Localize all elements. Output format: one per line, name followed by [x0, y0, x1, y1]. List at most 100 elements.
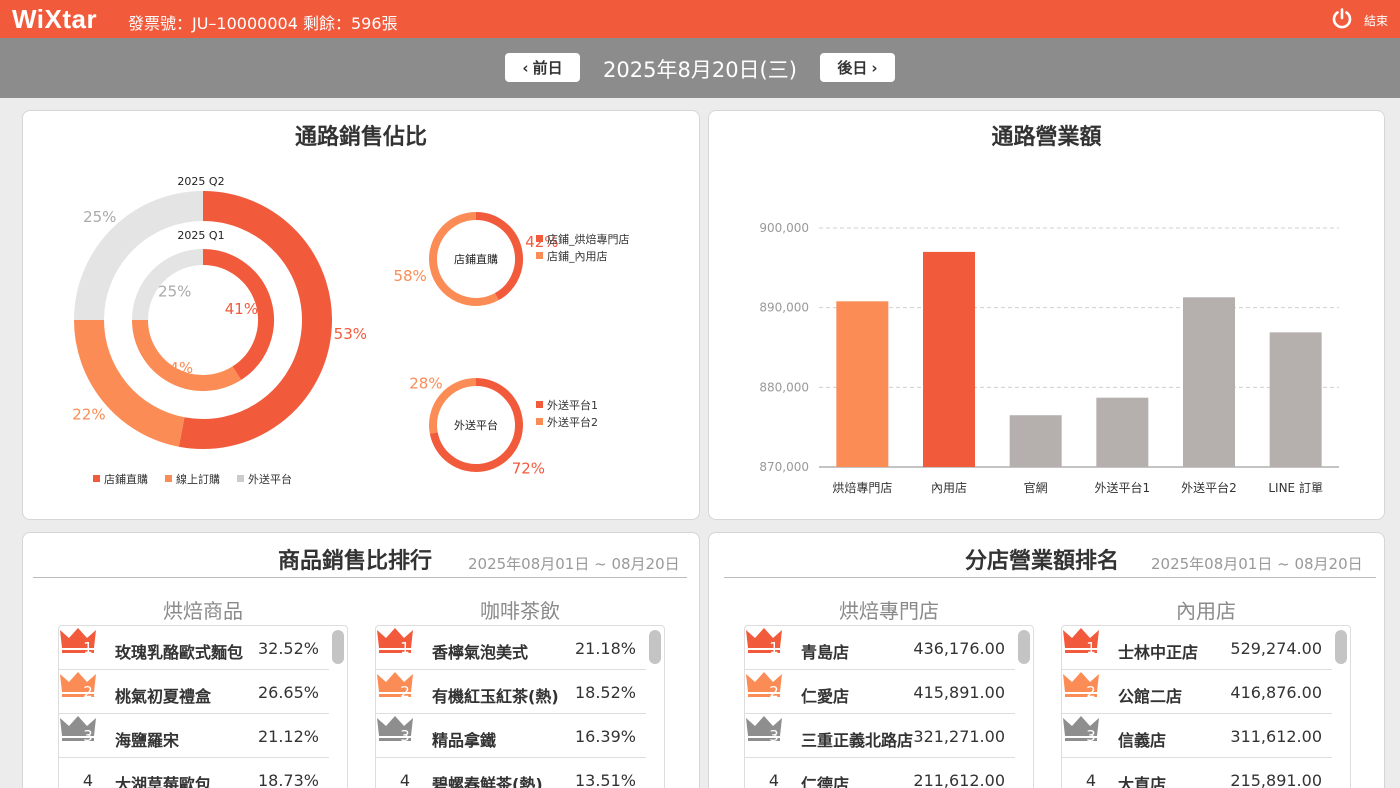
channel-revenue-chart: 870,000 880,000 890,000 900,000 烘焙專門店 內用店 官網 外送…: [759, 221, 1339, 495]
rank-number: 1: [769, 639, 779, 657]
ring-name-q2: 2025 Q2: [177, 175, 224, 188]
item-name: 仁愛店: [801, 687, 850, 706]
bar: [1183, 297, 1235, 467]
rank-number: 1: [1086, 639, 1096, 657]
ranking-row[interactable]: 4 大直店 215,891.00: [1062, 758, 1332, 788]
rank-number: 2: [1086, 683, 1096, 701]
bar: [836, 301, 889, 467]
item-name: 玫瑰乳酪歐式麵包: [115, 643, 244, 662]
item-value: 529,274.00: [1230, 639, 1322, 658]
product-ranking-title: 商品銷售比排行: [278, 549, 433, 574]
rank-number: 3: [1086, 727, 1096, 745]
sub-donut-1-label: 58%: [393, 267, 426, 285]
item-name: 大直店: [1118, 775, 1167, 788]
date-bar: ‹ 前日 2025年8月20日(三) 後日 ›: [0, 38, 1400, 98]
ring-name-q1: 2025 Q1: [177, 229, 224, 242]
app-logo: WiXtar: [12, 4, 98, 34]
item-name: 士林中正店: [1118, 643, 1199, 662]
rank-number: 3: [769, 727, 779, 745]
rank-number: 4: [399, 771, 411, 788]
store-ranking-title: 分店營業額排名: [965, 549, 1120, 574]
item-value: 215,891.00: [1230, 771, 1322, 788]
q1-ring-label: 41%: [225, 300, 258, 318]
q2-ring-label: 22%: [72, 405, 105, 423]
q1-ring-label: 34%: [160, 359, 193, 377]
prev-day-label: 前日: [532, 59, 563, 77]
legend-swatch: [536, 252, 543, 259]
sub-donut-2-label: 72%: [512, 459, 545, 477]
item-value: 16.39%: [574, 727, 636, 746]
ranking-list[interactable]: 1 玫瑰乳酪歐式麵包 32.52% 2 桃氣初夏禮盒 26.65% 3 海鹽羅宋 21.12% 4…: [58, 625, 348, 788]
next-day-button[interactable]: 後日 ›: [820, 53, 895, 82]
y-tick-label: 870,000: [759, 460, 809, 474]
ranking-row[interactable]: 2 仁愛店 415,891.00: [745, 670, 1015, 714]
rank-number: 2: [769, 683, 779, 701]
ranking-row[interactable]: 1 香檸氣泡美式 21.18%: [376, 626, 646, 670]
power-icon[interactable]: [1330, 7, 1354, 31]
item-name: 香檸氣泡美式: [432, 643, 529, 662]
item-value: 21.12%: [257, 727, 319, 746]
legend-label: 外送平台: [248, 472, 292, 486]
item-name: 有機紅玉紅茶(熱): [432, 687, 559, 706]
x-tick-label: 官網: [1024, 480, 1048, 495]
divider: [33, 577, 687, 578]
bar: [1009, 415, 1062, 467]
ranking-list[interactable]: 1 青島店 436,176.00 2 仁愛店 415,891.00 3 三重正義北路店 321,…: [744, 625, 1034, 788]
ranking-row[interactable]: 1 青島店 436,176.00: [745, 626, 1015, 670]
legend-swatch: [93, 475, 100, 482]
ranking-row[interactable]: 3 海鹽羅宋 21.12%: [59, 714, 329, 758]
ranking-column-title: 烘焙專門店: [839, 599, 939, 623]
rank-number: 2: [400, 683, 410, 701]
rank-number: 3: [400, 727, 410, 745]
item-name: 大湖草莓歐包: [115, 775, 212, 788]
x-tick-label: 內用店: [931, 481, 967, 495]
ranking-row[interactable]: 3 信義店 311,612.00: [1062, 714, 1332, 758]
invoice-status: 發票號：JU–10000004 剩餘：596張: [128, 14, 398, 33]
ranking-row[interactable]: 3 精品拿鐵 16.39%: [376, 714, 646, 758]
legend-label: 線上訂購: [176, 472, 220, 486]
item-name: 信義店: [1118, 731, 1167, 750]
scrollbar-thumb[interactable]: [1335, 630, 1347, 664]
prev-day-button[interactable]: ‹ 前日: [505, 53, 580, 82]
ranking-list[interactable]: 1 香檸氣泡美式 21.18% 2 有機紅玉紅茶(熱) 18.52% 3 精品拿鐵 16.39%…: [375, 625, 665, 788]
item-value: 321,271.00: [913, 727, 1005, 746]
bar: [1269, 332, 1322, 467]
rank-number: 1: [400, 639, 410, 657]
ranking-row[interactable]: 2 有機紅玉紅茶(熱) 18.52%: [376, 670, 646, 714]
current-date: 2025年8月20日(三): [603, 58, 797, 82]
q1-ring-label: 25%: [158, 283, 191, 301]
rank-number: 3: [83, 727, 93, 745]
channel-revenue-card: 通路營業額 870,000 880,000 890,000 900,000 烘焙專門店內…: [708, 110, 1385, 520]
ranking-list[interactable]: 1 士林中正店 529,274.00 2 公館二店 416,876.00 3 信義店 311,6…: [1061, 625, 1351, 788]
sub-donut-2-label: 28%: [409, 375, 442, 393]
ranking-row[interactable]: 2 公館二店 416,876.00: [1062, 670, 1332, 714]
legend-swatch: [536, 235, 543, 242]
y-tick-label: 890,000: [759, 301, 809, 315]
legend-label: 店鋪_烘焙專門店: [547, 232, 630, 246]
product-ranking-range: 2025年08月01日 ~ 08月20日: [468, 555, 680, 573]
rank-number: 4: [1085, 771, 1097, 788]
ranking-row[interactable]: 1 士林中正店 529,274.00: [1062, 626, 1332, 670]
ranking-row[interactable]: 2 桃氣初夏禮盒 26.65%: [59, 670, 329, 714]
scrollbar-thumb[interactable]: [332, 630, 344, 664]
x-tick-label: 外送平台2: [1181, 480, 1237, 495]
scrollbar-thumb[interactable]: [1018, 630, 1030, 664]
ranking-row[interactable]: 1 玫瑰乳酪歐式麵包 32.52%: [59, 626, 329, 670]
item-value: 32.52%: [257, 639, 319, 658]
ranking-row[interactable]: 4 仁德店 211,612.00: [745, 758, 1015, 788]
chevron-left-icon: ‹: [522, 58, 529, 77]
ranking-row[interactable]: 4 碧螺春鮮茶(熱) 13.51%: [376, 758, 646, 788]
ranking-row[interactable]: 4 大湖草莓歐包 18.73%: [59, 758, 329, 788]
item-name: 桃氣初夏禮盒: [115, 687, 212, 706]
x-tick-label: LINE 訂單: [1268, 480, 1323, 495]
bar: [1096, 397, 1149, 467]
logout-button[interactable]: 結束: [1364, 12, 1388, 29]
item-name: 青島店: [801, 643, 850, 662]
ranking-row[interactable]: 3 三重正義北路店 321,271.00: [745, 714, 1015, 758]
legend-label: 外送平台1: [547, 398, 598, 412]
y-tick-label: 880,000: [759, 380, 809, 394]
rank-number: 1: [83, 639, 93, 657]
next-day-label: 後日: [837, 59, 868, 77]
legend-label: 店鋪直購: [104, 472, 148, 486]
scrollbar-thumb[interactable]: [649, 630, 661, 664]
